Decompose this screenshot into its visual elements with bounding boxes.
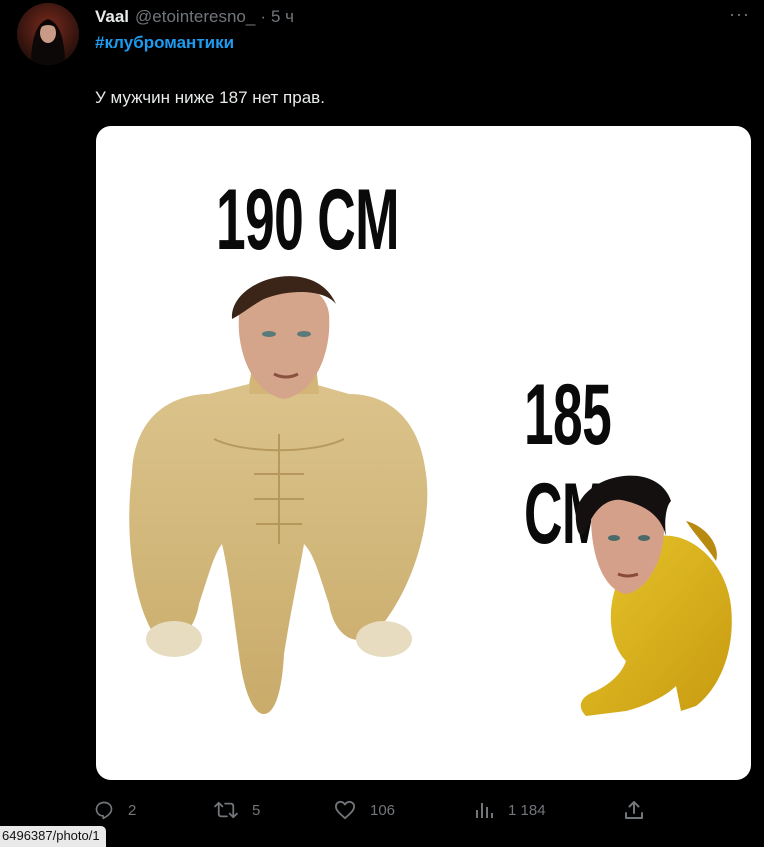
retweet-count: 5 bbox=[252, 801, 261, 819]
retweet-button[interactable]: 5 bbox=[214, 800, 260, 820]
separator: · bbox=[260, 7, 266, 26]
tweet-header: Vaal @etointeresno_ · 5 ч bbox=[95, 6, 744, 28]
like-button[interactable]: 106 bbox=[334, 800, 395, 820]
small-dog-figure-image bbox=[575, 475, 732, 716]
reply-icon bbox=[95, 801, 113, 820]
avatar[interactable] bbox=[17, 3, 79, 65]
avatar-image bbox=[17, 3, 79, 65]
timestamp[interactable]: 5 ч bbox=[271, 7, 294, 27]
share-button[interactable] bbox=[624, 800, 658, 820]
share-icon bbox=[625, 801, 643, 819]
reply-button[interactable]: 2 bbox=[94, 800, 136, 820]
tweet-actions: 2 5 106 1 184 bbox=[94, 800, 654, 824]
like-count: 106 bbox=[370, 801, 396, 819]
views-button[interactable]: 1 184 bbox=[474, 800, 546, 820]
buff-figure-image bbox=[129, 276, 428, 714]
tweet-text: У мужчин ниже 187 нет прав. bbox=[95, 88, 325, 107]
views-chart-icon bbox=[476, 803, 493, 818]
more-options-icon[interactable]: ··· bbox=[729, 4, 750, 25]
hashtag-link[interactable]: #клубромантики bbox=[95, 33, 234, 53]
retweet-icon bbox=[214, 801, 238, 819]
tweet-media[interactable]: 190 CM 185 CM bbox=[96, 126, 751, 780]
reply-count: 2 bbox=[128, 801, 137, 819]
heart-icon bbox=[334, 800, 355, 820]
author-handle[interactable]: @etointeresno_ bbox=[135, 7, 255, 27]
media-label-left: 190 CM bbox=[216, 172, 400, 268]
author-name[interactable]: Vaal bbox=[95, 7, 129, 27]
status-bar-url: 6496387/photo/1 bbox=[0, 826, 106, 847]
views-count: 1 184 bbox=[508, 801, 546, 819]
